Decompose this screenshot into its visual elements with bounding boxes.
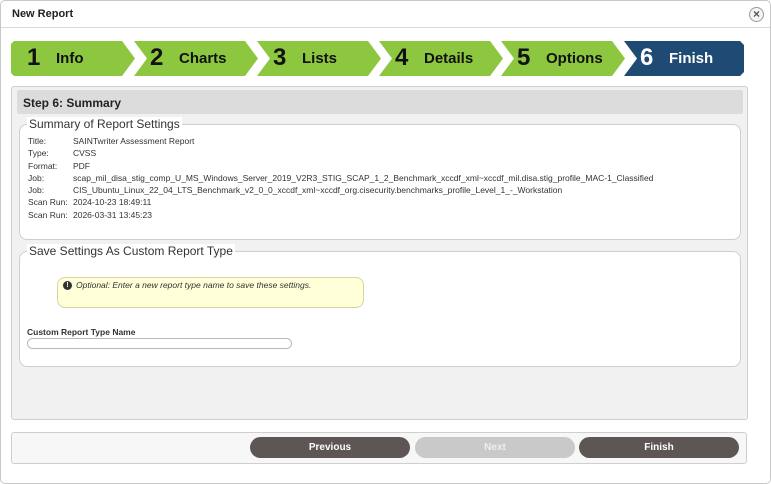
note-text: Optional: Enter a new report type name t… (76, 280, 311, 290)
summary-row: Job: CIS_Ubuntu_Linux_22_04_LTS_Benchmark… (28, 184, 653, 196)
summary-key: Format: (28, 160, 58, 171)
note-prefix: Optional: (76, 280, 111, 290)
summary-value: 2024-10-23 18:49:11 (73, 197, 152, 208)
step-label: Charts (179, 50, 227, 67)
previous-button[interactable]: Previous (250, 437, 410, 458)
step-label: Options (546, 50, 603, 67)
info-icon: ! (63, 281, 72, 290)
save-settings-legend: Save Settings As Custom Report Type (27, 244, 235, 258)
step-label: Finish (669, 50, 714, 67)
button-bar: Previous Next Finish (11, 432, 747, 464)
summary-list: Title: SAINTwriter Assessment Report Type… (28, 135, 653, 221)
summary-fieldset: Summary of Report Settings Title: SAINTwr… (19, 117, 741, 240)
summary-legend: Summary of Report Settings (27, 117, 182, 131)
summary-value: CIS_Ubuntu_Linux_22_04_LTS_Benchmark_v2_… (73, 185, 563, 196)
summary-key: Scan Run: (28, 197, 68, 208)
wizard-steps: 1 Info 2 Charts 3 Lists 4 Details 5 Opti… (11, 41, 744, 76)
step-label: Info (56, 50, 84, 67)
summary-row: Scan Run: 2026-03-31 13:45:23 (28, 209, 653, 221)
step-options[interactable]: 5 Options (501, 41, 626, 76)
custom-report-type-input[interactable] (27, 338, 292, 349)
step-number: 1 (27, 44, 41, 71)
step-number: 6 (640, 44, 654, 71)
step-details[interactable]: 4 Details (379, 41, 504, 76)
step-number: 3 (273, 44, 287, 71)
summary-value: CVSS (73, 148, 97, 159)
summary-value: scap_mil_disa_stig_comp_U_MS_Windows_Ser… (73, 172, 654, 183)
note-body: Enter a new report type name to save the… (110, 280, 312, 290)
step-number: 2 (150, 44, 164, 71)
step-number: 5 (517, 44, 531, 71)
summary-row: Scan Run: 2024-10-23 18:49:11 (28, 196, 653, 208)
optional-note: ! Optional: Enter a new report type name… (57, 277, 364, 308)
title-bar: New Report × (1, 1, 770, 28)
close-icon[interactable]: × (749, 7, 764, 22)
panel-title: Step 6: Summary (23, 96, 122, 110)
summary-panel: Step 6: Summary Summary of Report Settin… (11, 86, 748, 420)
save-settings-fieldset: Save Settings As Custom Report Type ! Op… (19, 244, 741, 367)
summary-row: Job: scap_mil_disa_stig_comp_U_MS_Windows… (28, 172, 653, 184)
summary-value: 2026-03-31 13:45:23 (73, 209, 152, 220)
step-info[interactable]: 1 Info (11, 41, 136, 76)
panel-header: Step 6: Summary (17, 90, 743, 114)
summary-key: Type: (28, 148, 49, 159)
summary-key: Scan Run: (28, 209, 68, 220)
next-button[interactable]: Next (415, 437, 575, 458)
finish-button[interactable]: Finish (579, 437, 739, 458)
step-charts[interactable]: 2 Charts (134, 41, 259, 76)
step-lists[interactable]: 3 Lists (257, 41, 382, 76)
step-label: Lists (302, 50, 338, 67)
new-report-dialog: New Report × 1 Info 2 Charts 3 Lists 4 D… (0, 0, 771, 484)
summary-value: SAINTwriter Assessment Report (73, 136, 195, 146)
dialog-title: New Report (12, 8, 74, 20)
summary-row: Type: CVSS (28, 147, 653, 159)
summary-key: Job: (28, 185, 45, 196)
summary-value: PDF (73, 160, 90, 171)
custom-report-type-label: Custom Report Type Name (27, 327, 136, 337)
step-finish[interactable]: 6 Finish (624, 41, 744, 76)
step-number: 4 (395, 44, 409, 71)
summary-key: Title: (28, 136, 47, 146)
summary-row: Title: SAINTwriter Assessment Report (28, 135, 653, 147)
summary-row: Format: PDF (28, 160, 653, 172)
step-label: Details (424, 50, 474, 67)
summary-key: Job: (28, 172, 45, 183)
